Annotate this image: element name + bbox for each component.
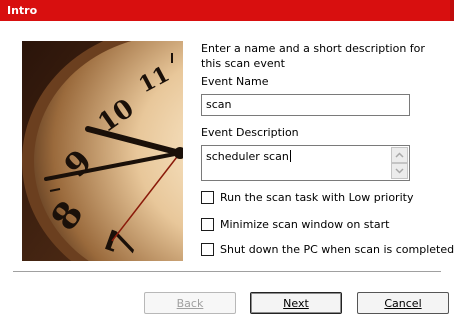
- shutdown-pc-checkbox[interactable]: [201, 242, 214, 256]
- back-button-label: Back: [176, 296, 204, 310]
- minimize-window-option[interactable]: Minimize scan window on start: [201, 217, 389, 231]
- shutdown-pc-label[interactable]: Shut down the PC when scan is completed: [220, 243, 454, 256]
- clock-icon: 11 10 9 8 7: [22, 41, 183, 261]
- scroll-up-button[interactable]: [391, 147, 408, 163]
- chevron-down-icon: [395, 168, 404, 174]
- footer-separator: [13, 271, 441, 273]
- dialog-title: Intro: [7, 4, 38, 17]
- next-button-label: Next: [283, 296, 309, 310]
- back-button[interactable]: Back: [144, 292, 236, 314]
- low-priority-label[interactable]: Run the scan task with Low priority: [220, 191, 413, 204]
- event-name-input[interactable]: scan: [201, 94, 410, 116]
- shutdown-pc-option[interactable]: Shut down the PC when scan is completed: [201, 242, 454, 256]
- minimize-window-label[interactable]: Minimize scan window on start: [220, 218, 389, 231]
- low-priority-option[interactable]: Run the scan task with Low priority: [201, 190, 413, 204]
- event-description-label: Event Description: [201, 126, 299, 139]
- instructions-text: Enter a name and a short description for…: [201, 42, 425, 70]
- event-description-textarea[interactable]: scheduler scan: [201, 145, 410, 181]
- text-caret: [289, 150, 291, 162]
- event-description-text: scheduler scan: [206, 150, 289, 163]
- low-priority-checkbox[interactable]: [201, 190, 214, 204]
- cancel-button-label: Cancel: [384, 296, 422, 310]
- cancel-button[interactable]: Cancel: [357, 292, 449, 314]
- description-scrollbar[interactable]: [391, 147, 408, 179]
- dialog-title-bar: Intro: [0, 0, 454, 21]
- minimize-window-checkbox[interactable]: [201, 217, 214, 231]
- title-bar-edge: [450, 0, 454, 21]
- clock-illustration: 11 10 9 8 7: [22, 41, 183, 261]
- event-name-label: Event Name: [201, 75, 269, 88]
- chevron-up-icon: [395, 152, 404, 158]
- next-button[interactable]: Next: [250, 292, 342, 314]
- scroll-down-button[interactable]: [391, 163, 408, 179]
